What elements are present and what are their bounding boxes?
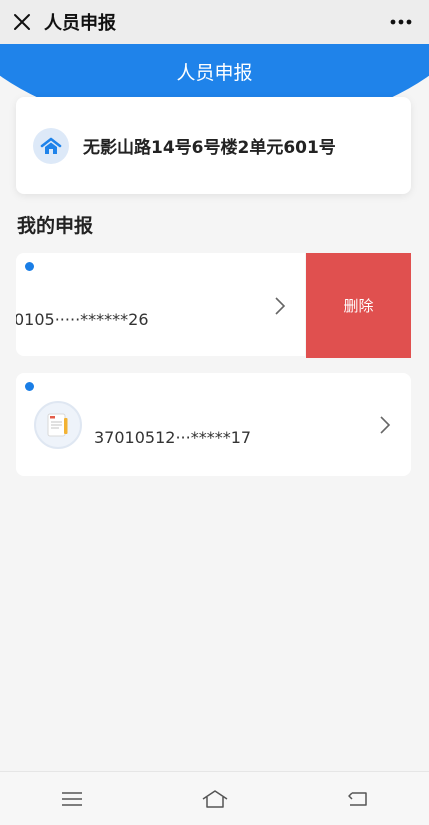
address-text: 无影山路14号6号楼2单元601号 [83,138,336,158]
status-dot [25,382,34,391]
more-icon[interactable] [387,0,415,44]
app-bar: 人员申报 [0,0,429,44]
menu-icon[interactable] [52,779,92,819]
id-number: 0105·····******26 [16,310,149,329]
address-card: 无影山路14号6号楼2单元601号 [16,97,411,194]
house-icon [33,127,69,164]
list-item[interactable]: 37010512···*****17 [16,373,411,476]
system-nav-bar [0,771,429,825]
home-icon[interactable] [195,779,235,819]
chevron-right-icon [273,296,287,316]
chevron-right-icon [378,415,392,435]
id-number: 37010512···*****17 [94,428,252,447]
status-dot [25,262,34,271]
page-title: 人员申报 [176,62,253,84]
close-icon[interactable] [2,0,42,44]
app-bar-title: 人员申报 [44,13,116,34]
delete-button[interactable]: 删除 [306,253,411,358]
list-item[interactable]: 0105·····******26 [16,253,305,356]
back-icon[interactable] [338,779,378,819]
section-title: 我的申报 [17,215,94,237]
document-icon [34,401,82,449]
